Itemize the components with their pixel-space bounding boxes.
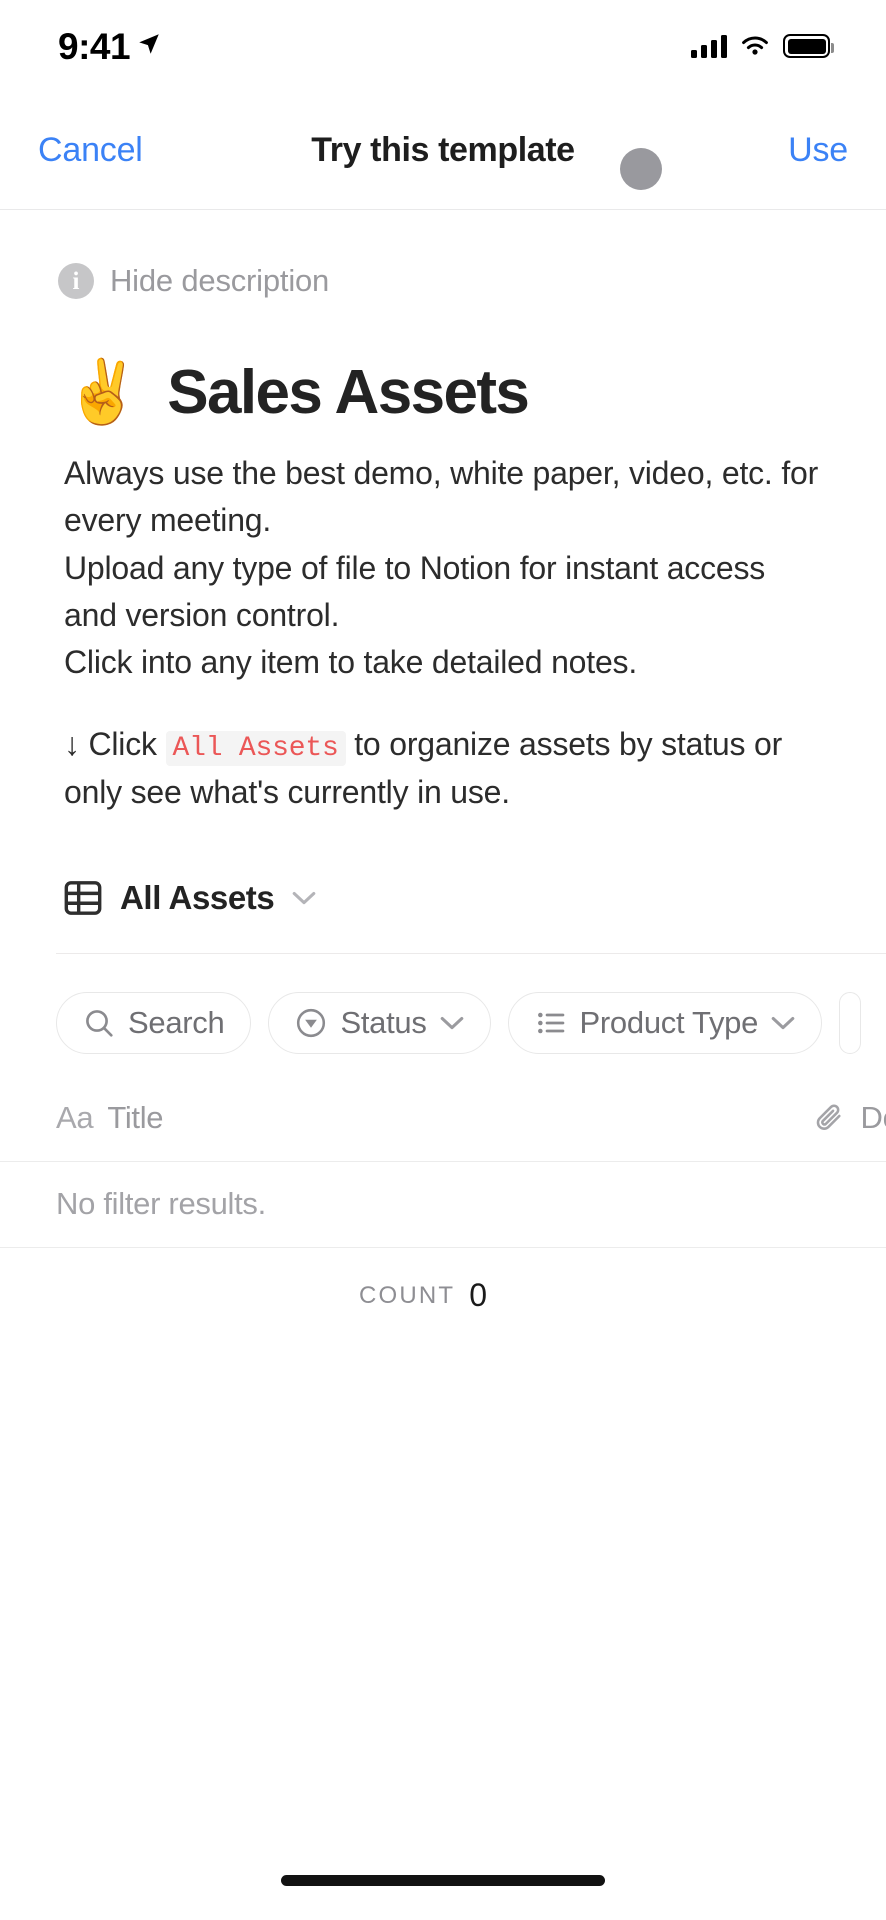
table-grid-icon: [64, 880, 102, 915]
template-title: Sales Assets: [167, 358, 530, 427]
count-row[interactable]: COUNT 0: [0, 1248, 886, 1344]
title-aa-icon: Aa: [56, 1100, 94, 1136]
template-title-row: ✌️ Sales Assets: [0, 299, 886, 428]
status-filter-chip[interactable]: Status: [268, 991, 491, 1054]
column-header-title-label: Title: [107, 1100, 164, 1136]
list-icon: [537, 1012, 564, 1033]
count-label: COUNT: [358, 1281, 456, 1309]
database-block: All Assets Search Status Product Type Aa…: [0, 865, 886, 1344]
callout-prefix: ↓ Click: [64, 725, 166, 762]
all-assets-code-chip: All Assets: [165, 730, 346, 766]
wifi-icon: [742, 36, 768, 55]
template-description: Always use the best demo, white paper, v…: [0, 428, 886, 817]
chevron-down-icon: [440, 1016, 463, 1029]
victory-hand-emoji-icon: ✌️: [64, 357, 142, 427]
table-header-row: Aa Title Download: [0, 1076, 886, 1162]
chevron-down-icon: [771, 1016, 795, 1029]
description-paragraph-1: Always use the best demo, white paper, v…: [64, 455, 819, 539]
battery-full-icon: [783, 34, 834, 58]
empty-state-message: No filter results.: [56, 1186, 266, 1222]
navigation-bar: Cancel Try this template Use: [0, 92, 886, 210]
column-header-download[interactable]: Download: [813, 1100, 886, 1136]
callout-paragraph: ↓ Click All Assets to organize assets by…: [64, 721, 826, 817]
content-area: i Hide description ✌️ Sales Assets Alway…: [0, 211, 886, 1344]
cellular-signal-icon: [691, 34, 727, 58]
status-bar: 9:41: [0, 0, 886, 92]
search-chip-label: Search: [128, 1004, 225, 1040]
chevron-down-icon: [293, 891, 316, 904]
status-chip-label: Status: [340, 1004, 427, 1040]
status-bar-left: 9:41: [58, 28, 162, 65]
search-chip[interactable]: Search: [56, 991, 252, 1054]
product-type-filter-chip[interactable]: Product Type: [507, 991, 823, 1054]
count-value: 0: [469, 1277, 488, 1314]
hide-description-label: Hide description: [110, 263, 330, 298]
search-icon: [86, 1009, 113, 1037]
database-view-selector[interactable]: All Assets: [0, 865, 886, 931]
cancel-button[interactable]: Cancel: [38, 131, 143, 170]
product-type-chip-label: Product Type: [579, 1004, 759, 1040]
description-paragraph-2: Upload any type of file to Notion for in…: [64, 549, 766, 634]
status-bar-time: 9:41: [58, 25, 131, 67]
empty-state-row: No filter results.: [0, 1162, 886, 1248]
overflow-filter-chip[interactable]: [839, 991, 862, 1054]
description-paragraph-3: Click into any item to take detailed not…: [64, 644, 638, 681]
hide-description-toggle[interactable]: i Hide description: [0, 211, 886, 299]
column-header-download-label: Download: [860, 1100, 886, 1136]
filter-chip-row: Search Status Product Type: [0, 954, 886, 1064]
home-indicator: [281, 1875, 605, 1886]
database-view-name: All Assets: [120, 878, 275, 916]
status-bar-right: [691, 34, 834, 58]
app-screen: 9:41 Cancel Try this template Use i Hide…: [0, 0, 886, 1920]
info-circle-icon: i: [58, 263, 94, 299]
column-header-title[interactable]: Aa Title: [56, 1100, 164, 1136]
status-circle-icon: [297, 1008, 326, 1037]
touch-indicator: [620, 148, 662, 190]
use-button[interactable]: Use: [788, 131, 848, 170]
location-arrow-icon: [139, 34, 159, 54]
paperclip-icon: [816, 1104, 841, 1130]
